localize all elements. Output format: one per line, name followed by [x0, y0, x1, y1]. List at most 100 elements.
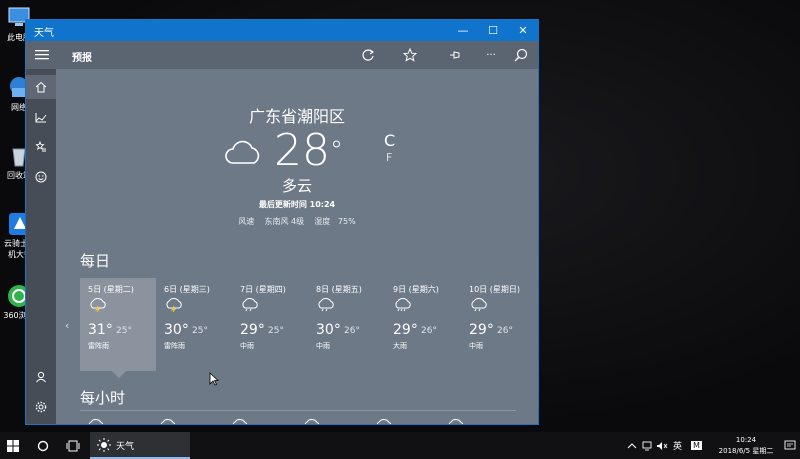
task-view-button[interactable] [60, 432, 86, 459]
nav-sidebar [26, 69, 56, 424]
daily-heading: 每日 [80, 252, 111, 270]
day-card[interactable]: 7日 (星期四) 29° 25° 中雨 [232, 278, 308, 371]
window-title: 天气 [34, 28, 54, 39]
clock-date: 2018/6/5 星期二 [718, 447, 774, 455]
windows-logo-icon [7, 439, 19, 452]
day-condition: 中雨 [469, 342, 483, 350]
rain-icon [318, 298, 334, 312]
pin-icon[interactable] [442, 45, 468, 65]
section-title: 预报 [72, 53, 92, 64]
day-card[interactable]: 9日 (星期六) 29° 26° 大雨 [385, 278, 461, 371]
home-icon[interactable] [26, 75, 56, 99]
current-condition: 多云 [281, 177, 312, 195]
day-date: 10日 (星期日) [469, 285, 520, 294]
close-button[interactable]: ✕ [508, 20, 538, 41]
favorite-star-icon[interactable] [397, 45, 423, 65]
humidity-value: 75% [337, 217, 356, 226]
day-condition: 中雨 [240, 342, 254, 350]
thunderstorm-icon [90, 298, 106, 312]
more-icon[interactable]: ··· [478, 45, 504, 65]
wind-humidity-row: 风速 东南风 4级 湿度 75% [56, 216, 538, 227]
unit-fahrenheit-toggle[interactable]: F [386, 151, 392, 164]
ime-mode-indicator[interactable]: M [691, 432, 702, 459]
hamburger-menu-icon[interactable] [29, 45, 55, 65]
last-updated: 最后更新时间 10:24 [258, 200, 336, 209]
input-language-indicator[interactable]: 英 [673, 432, 682, 459]
thunderstorm-icon [88, 419, 104, 424]
day-high: 29° [393, 322, 418, 338]
daily-prev-arrow[interactable]: ‹ [65, 319, 69, 332]
maximize-button[interactable]: ☐ [478, 20, 508, 41]
day-card[interactable]: 6日 (星期三) 30° 25° 雷阵雨 [156, 278, 232, 371]
account-icon[interactable] [26, 365, 56, 389]
day-date: 5日 (星期二) [88, 285, 134, 294]
forecast-content: 广东省潮阳区 28° C F 多云 最后更新时间 10:24 风速 东南风 4级… [56, 69, 538, 424]
heavy-rain-icon [395, 298, 411, 312]
hourly-heading: 每小时 [80, 389, 126, 407]
rain-icon [471, 298, 487, 312]
app-toolbar: 预报 ··· [26, 41, 538, 69]
taskbar-weather-app[interactable]: 天气 [90, 432, 190, 459]
day-date: 6日 (星期三) [164, 285, 210, 294]
taskbar-clock[interactable]: 10:24 2018/6/5 星期二 [716, 435, 776, 457]
favorites-icon[interactable] [26, 165, 56, 189]
refresh-icon[interactable] [355, 45, 381, 65]
day-date: 8日 (星期五) [316, 285, 362, 294]
temperature-value: 28 [274, 125, 330, 176]
day-date: 7日 (星期四) [240, 285, 286, 294]
hourly-divider [80, 410, 516, 411]
unit-celsius-toggle[interactable]: C [384, 131, 395, 150]
day-low: 25° [116, 326, 132, 336]
network-tray-icon-glyph [642, 441, 652, 450]
cortana-circle-icon [37, 440, 49, 451]
day-card[interactable]: 10日 (星期日) 29° 26° 中雨 [461, 278, 521, 371]
search-icon[interactable] [508, 45, 534, 65]
day-high: 29° [469, 322, 494, 338]
day-low: 25° [268, 326, 284, 336]
rain-icon [242, 298, 258, 312]
day-condition: 大雨 [393, 342, 407, 350]
start-button[interactable] [0, 432, 26, 459]
window-titlebar[interactable]: 天气 — ☐ ✕ [26, 20, 538, 41]
weather-window: 天气 — ☐ ✕ 预报 ··· 广东省潮阳区 28° C F 多云 最后更新时间… [26, 20, 538, 424]
sun-icon [97, 438, 111, 452]
day-condition: 雷阵雨 [88, 342, 109, 350]
cloudy-icon [224, 139, 262, 169]
network-tray-icon[interactable] [642, 432, 654, 459]
cortana-button[interactable] [30, 432, 56, 459]
day-low: 26° [421, 326, 437, 336]
clock-time: 10:24 [735, 436, 757, 444]
thunderstorm-icon [232, 419, 248, 424]
day-high: 30° [316, 322, 341, 338]
wind-label: 风速 [238, 217, 255, 226]
maps-icon[interactable] [26, 105, 56, 129]
day-card[interactable]: 8日 (星期五) 30° 26° 中雨 [308, 278, 384, 371]
notification-icon [784, 440, 796, 450]
day-high: 29° [240, 322, 265, 338]
day-condition: 雷阵雨 [164, 342, 185, 350]
chevron-up-icon [627, 442, 637, 448]
degree-symbol: ° [330, 136, 343, 166]
location-name: 广东省潮阳区 [248, 107, 345, 126]
mouse-cursor-icon [209, 372, 219, 386]
historical-icon[interactable] [26, 135, 56, 159]
day-high: 30° [164, 322, 189, 338]
settings-icon[interactable] [26, 395, 56, 419]
thunderstorm-icon [160, 419, 176, 424]
humidity-label: 湿度 [314, 217, 331, 226]
show-hidden-icons[interactable] [627, 432, 637, 459]
thunderstorm-icon [376, 419, 392, 424]
speaker-icon [657, 441, 668, 450]
day-date: 9日 (星期六) [393, 285, 439, 294]
taskbar: 天气 英 M 10:24 2018/6/5 星期二 [0, 432, 800, 459]
notification-center-button[interactable] [784, 432, 796, 459]
wind-value: 东南风 4级 [264, 217, 305, 226]
taskbar-app-label: 天气 [116, 442, 135, 452]
day-card[interactable]: 5日 (星期二) 31° 25° 雷阵雨 [80, 278, 156, 371]
day-low: 26° [497, 326, 513, 336]
thunderstorm-icon [448, 419, 464, 424]
day-low: 26° [344, 326, 360, 336]
volume-tray-icon[interactable] [656, 432, 668, 459]
minimize-button[interactable]: — [448, 20, 478, 41]
day-low: 25° [192, 326, 208, 336]
